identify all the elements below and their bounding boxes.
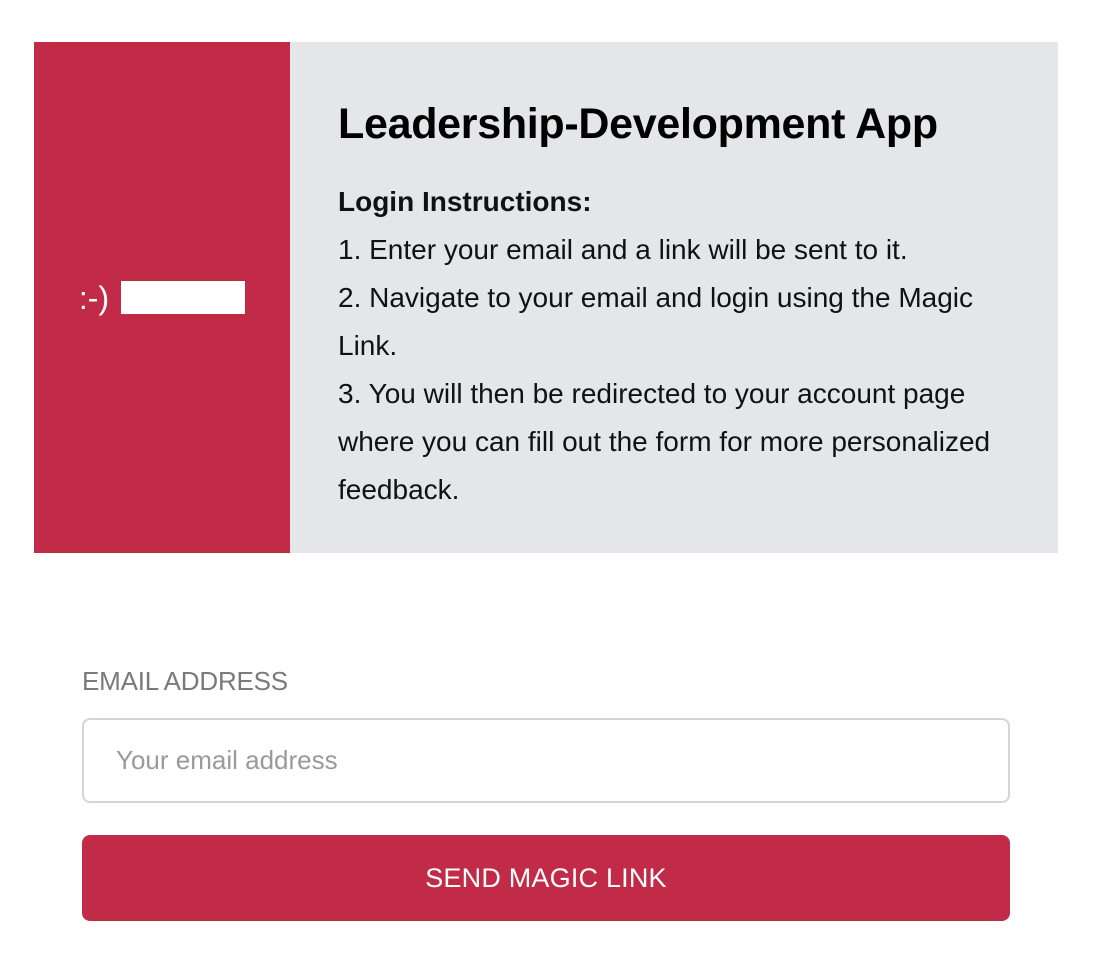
email-field[interactable] — [82, 718, 1010, 803]
instruction-step-3: 3. You will then be redirected to your a… — [338, 378, 991, 505]
smiley-text: :-) — [78, 279, 110, 316]
send-magic-link-button[interactable]: SEND MAGIC LINK — [82, 835, 1010, 921]
hero-banner: :-) Leadership-Development App Login Ins… — [34, 42, 1058, 553]
brand-logo-group: :-) — [78, 279, 246, 316]
instruction-step-2: 2. Navigate to your email and login usin… — [338, 282, 974, 361]
email-label: EMAIL ADDRESS — [82, 666, 288, 696]
login-instructions: Login Instructions: 1. Enter your email … — [338, 178, 1018, 514]
instructions-heading: Login Instructions: — [338, 186, 592, 217]
brand-panel: :-) — [34, 42, 290, 553]
instruction-step-1: 1. Enter your email and a link will be s… — [338, 234, 908, 265]
info-panel: Leadership-Development App Login Instruc… — [290, 42, 1058, 553]
login-form: EMAIL ADDRESS SEND MAGIC LINK — [82, 662, 1010, 921]
app-title: Leadership-Development App — [338, 100, 938, 148]
logo-icon — [121, 281, 246, 314]
